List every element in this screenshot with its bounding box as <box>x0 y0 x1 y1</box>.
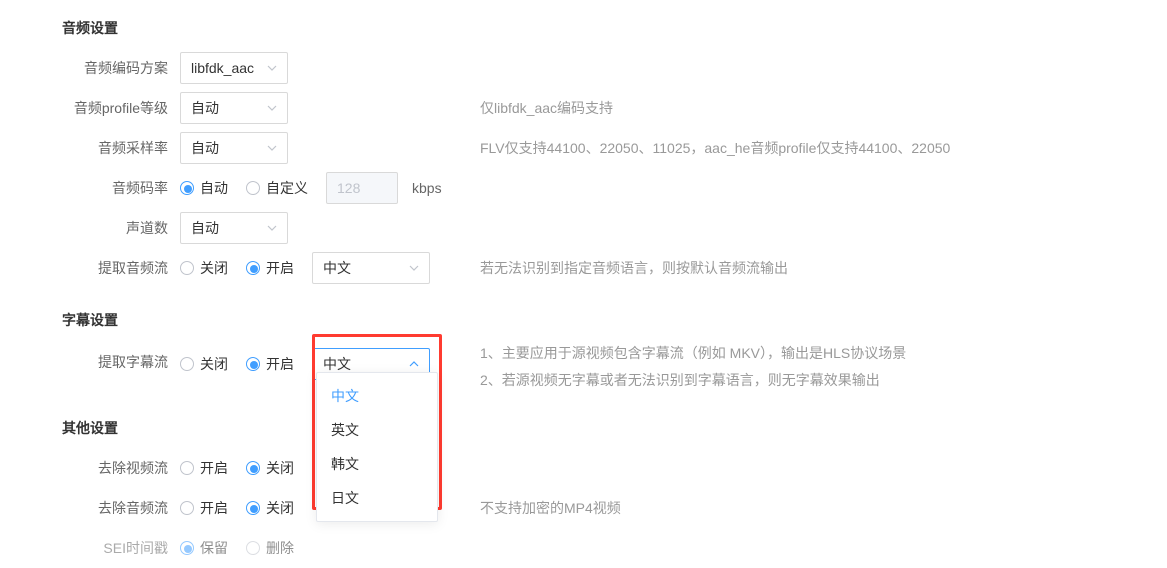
label-extract-subtitle: 提取字幕流 <box>0 344 180 372</box>
radio-sei-keep[interactable]: 保留 <box>180 538 228 558</box>
label-sei: SEI时间戳 <box>0 538 180 558</box>
radio-remove-video-off[interactable]: 关闭 <box>246 458 294 478</box>
radio-remove-video-on[interactable]: 开启 <box>180 458 228 478</box>
dropdown-option[interactable]: 英文 <box>317 413 437 447</box>
radio-sei-remove-label: 删除 <box>266 538 294 558</box>
radio-remove-audio-on[interactable]: 开启 <box>180 498 228 518</box>
select-audio-codec-value: libfdk_aac <box>191 60 254 76</box>
section-audio-title: 音频设置 <box>0 10 180 46</box>
radio-dot-icon <box>180 181 194 195</box>
select-audio-channels-value: 自动 <box>191 218 219 238</box>
radio-extract-audio-off-label: 关闭 <box>200 258 228 278</box>
label-remove-audio: 去除音频流 <box>0 498 180 518</box>
radio-extract-subtitle-off[interactable]: 关闭 <box>180 354 228 374</box>
radio-sei-remove[interactable]: 删除 <box>246 538 294 558</box>
select-audio-samplerate-value: 自动 <box>191 138 219 158</box>
select-extract-audio-lang[interactable]: 中文 <box>312 252 430 284</box>
select-audio-profile[interactable]: 自动 <box>180 92 288 124</box>
hint-extract-audio: 若无法识别到指定音频语言，则按默认音频流输出 <box>480 258 788 278</box>
chevron-down-icon <box>267 145 277 151</box>
radio-dot-icon <box>180 541 194 555</box>
radio-dot-icon <box>180 501 194 515</box>
label-extract-audio: 提取音频流 <box>0 258 180 278</box>
chevron-down-icon <box>267 105 277 111</box>
radio-remove-audio-on-label: 开启 <box>200 498 228 518</box>
label-audio-samplerate: 音频采样率 <box>0 138 180 158</box>
radio-extract-subtitle-on-label: 开启 <box>266 354 294 374</box>
select-audio-channels[interactable]: 自动 <box>180 212 288 244</box>
label-audio-channels: 声道数 <box>0 218 180 238</box>
radio-extract-subtitle-on[interactable]: 开启 <box>246 354 294 374</box>
radio-dot-icon <box>246 501 260 515</box>
input-bitrate[interactable] <box>326 172 398 204</box>
radio-dot-icon <box>246 357 260 371</box>
radio-bitrate-custom-label: 自定义 <box>266 178 308 198</box>
select-extract-audio-lang-value: 中文 <box>323 258 351 278</box>
select-subtitle-lang-value: 中文 <box>323 354 351 374</box>
chevron-down-icon <box>267 225 277 231</box>
dropdown-option[interactable]: 日文 <box>317 481 437 515</box>
dropdown-option[interactable]: 韩文 <box>317 447 437 481</box>
radio-remove-video-on-label: 开启 <box>200 458 228 478</box>
dropdown-subtitle-lang: 中文 英文 韩文 日文 <box>316 372 438 522</box>
hint-subtitle-2: 2、若源视频无字幕或者无法识别到字幕语言，则无字幕效果输出 <box>480 367 906 394</box>
hint-remove-audio: 不支持加密的MP4视频 <box>480 498 621 518</box>
radio-dot-icon <box>180 357 194 371</box>
radio-remove-audio-off-label: 关闭 <box>266 498 294 518</box>
label-audio-bitrate: 音频码率 <box>0 178 180 198</box>
radio-extract-subtitle-off-label: 关闭 <box>200 354 228 374</box>
radio-extract-audio-off[interactable]: 关闭 <box>180 258 228 278</box>
radio-dot-icon <box>180 261 194 275</box>
radio-dot-icon <box>246 181 260 195</box>
chevron-up-icon <box>409 361 419 367</box>
bitrate-unit: kbps <box>412 180 442 196</box>
chevron-down-icon <box>409 265 419 271</box>
hint-audio-samplerate: FLV仅支持44100、22050、11025，aac_he音频profile仅… <box>480 138 950 158</box>
section-other-title: 其他设置 <box>0 410 180 446</box>
radio-bitrate-custom[interactable]: 自定义 <box>246 178 308 198</box>
radio-bitrate-auto[interactable]: 自动 <box>180 178 228 198</box>
dropdown-option[interactable]: 中文 <box>317 379 437 413</box>
chevron-down-icon <box>267 65 277 71</box>
radio-dot-icon <box>180 461 194 475</box>
label-audio-profile: 音频profile等级 <box>0 98 180 118</box>
radio-extract-audio-on[interactable]: 开启 <box>246 258 294 278</box>
select-audio-samplerate[interactable]: 自动 <box>180 132 288 164</box>
label-remove-video: 去除视频流 <box>0 458 180 478</box>
select-audio-profile-value: 自动 <box>191 98 219 118</box>
radio-dot-icon <box>246 261 260 275</box>
select-audio-codec[interactable]: libfdk_aac <box>180 52 288 84</box>
label-audio-codec: 音频编码方案 <box>0 58 180 78</box>
radio-extract-audio-on-label: 开启 <box>266 258 294 278</box>
radio-remove-video-off-label: 关闭 <box>266 458 294 478</box>
radio-dot-icon <box>246 461 260 475</box>
radio-remove-audio-off[interactable]: 关闭 <box>246 498 294 518</box>
hint-subtitle-1: 1、主要应用于源视频包含字幕流（例如 MKV），输出是HLS协议场景 <box>480 340 906 367</box>
hint-audio-profile: 仅libfdk_aac编码支持 <box>480 98 613 118</box>
section-subtitle-title: 字幕设置 <box>0 302 180 338</box>
radio-sei-keep-label: 保留 <box>200 538 228 558</box>
radio-bitrate-auto-label: 自动 <box>200 178 228 198</box>
radio-dot-icon <box>246 541 260 555</box>
